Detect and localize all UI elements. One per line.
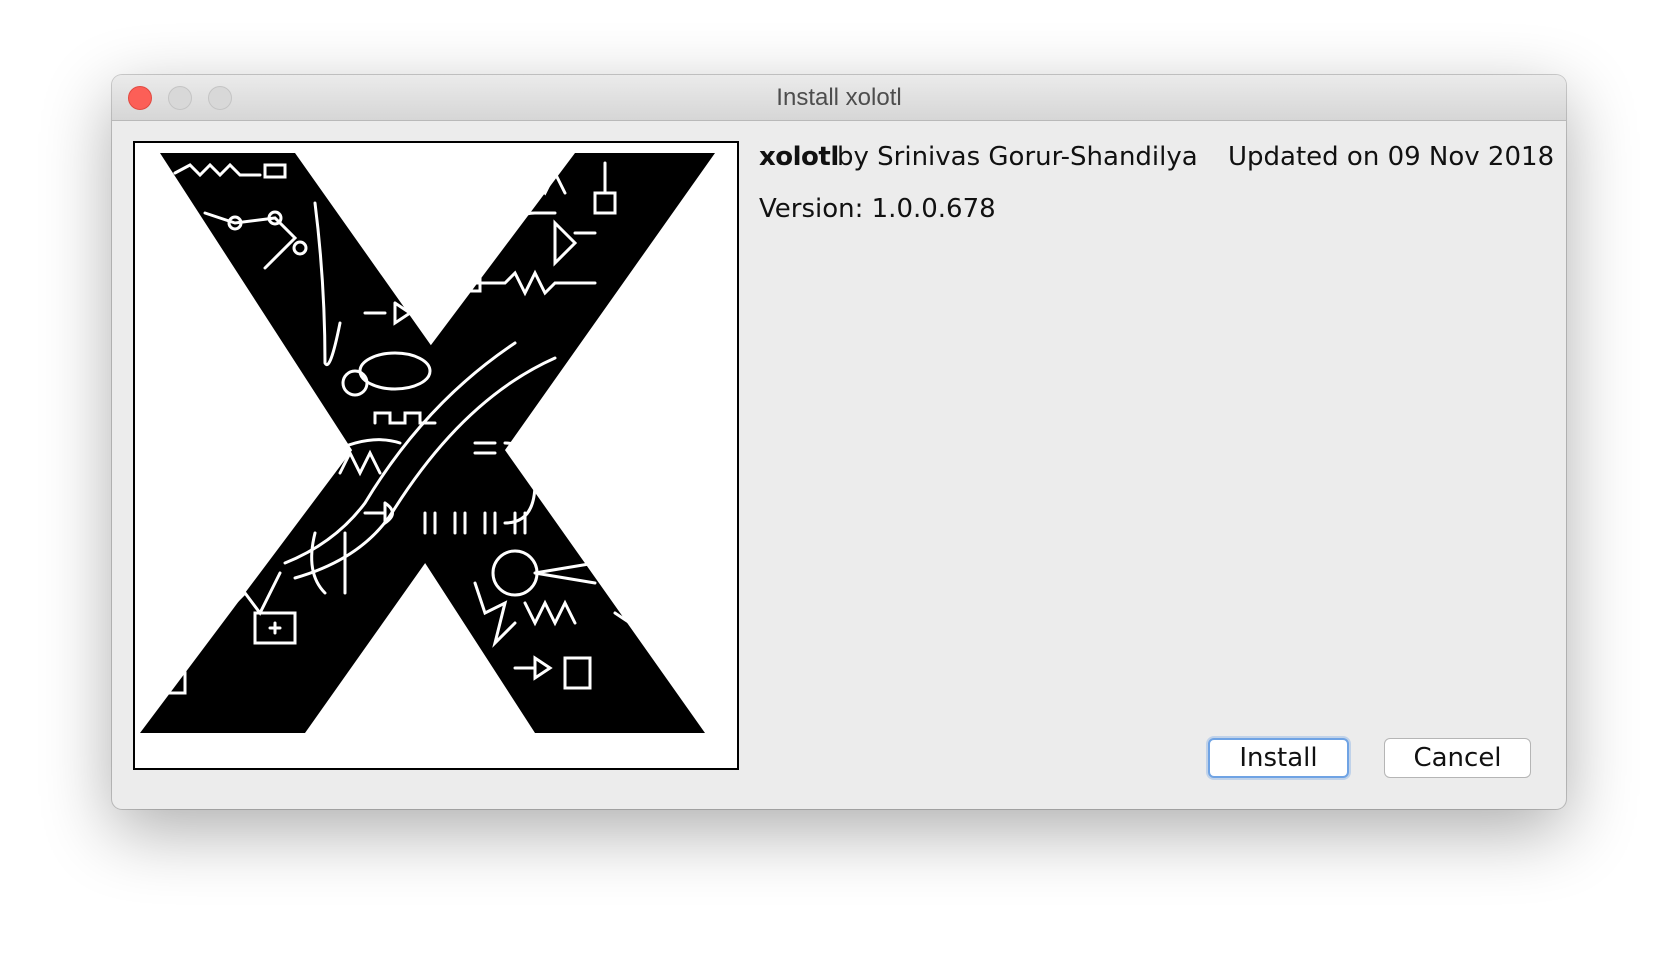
toolbox-name: xolotl <box>759 142 839 172</box>
install-dialog: Install xolotl xolotl by Srinivas Gorur-… <box>112 75 1566 809</box>
toolbox-updated-date: Updated on 09 Nov 2018 <box>1228 142 1555 172</box>
title-bar[interactable]: Install xolotl <box>112 75 1566 121</box>
toolbox-author: by Srinivas Gorur-Shandilya <box>837 142 1198 172</box>
cancel-button[interactable]: Cancel <box>1384 738 1531 778</box>
toolbox-logo <box>133 141 739 770</box>
window-title: Install xolotl <box>776 84 902 111</box>
toolbox-version: Version: 1.0.0.678 <box>759 194 996 224</box>
xolotl-x-logo-icon <box>140 153 715 733</box>
install-button[interactable]: Install <box>1208 738 1349 778</box>
